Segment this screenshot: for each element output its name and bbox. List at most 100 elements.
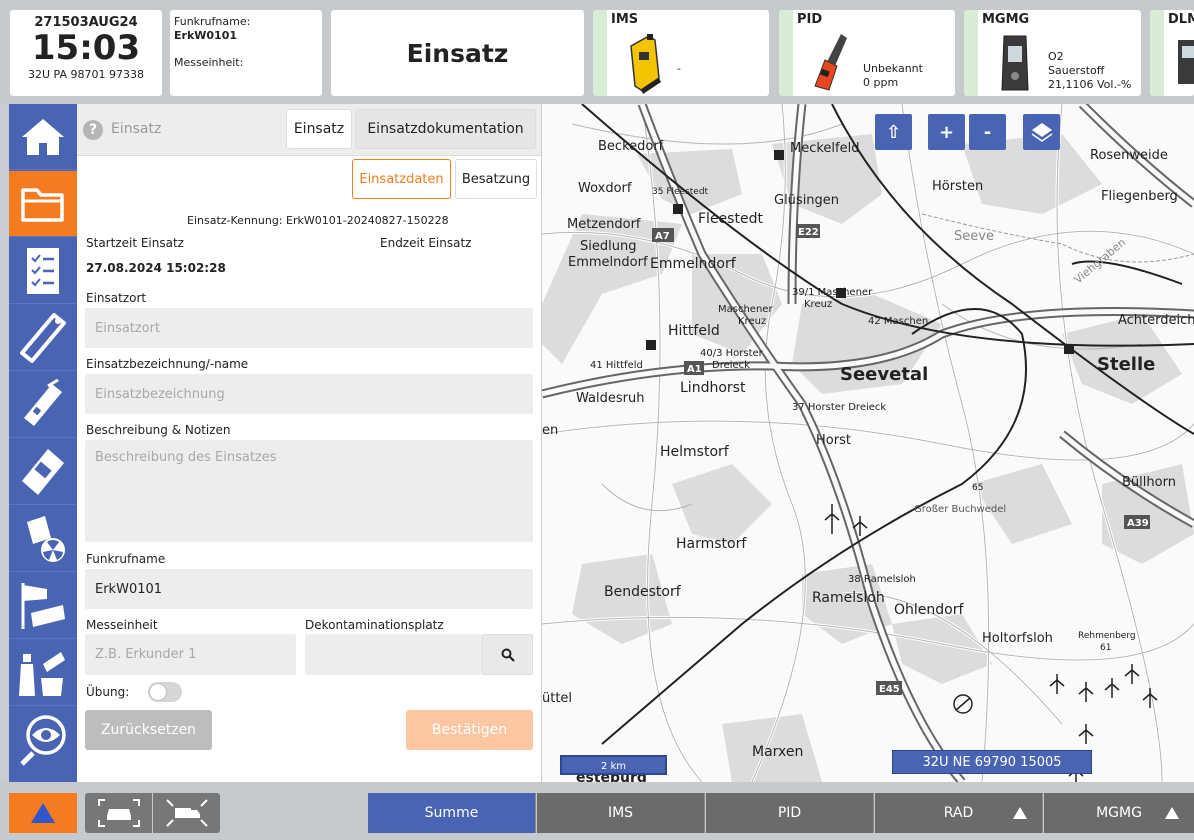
device-card-ims[interactable]: IMS - bbox=[593, 10, 769, 96]
map-label: Kreuz bbox=[738, 316, 766, 327]
map-label: Ohlendorf bbox=[894, 602, 964, 618]
map-label: Holtorfsloh bbox=[982, 631, 1053, 646]
map-label: Beckedorf bbox=[598, 139, 664, 154]
reset-button[interactable]: Zurücksetzen bbox=[85, 710, 212, 750]
messeinheit-input[interactable]: Z.B. Erkunder 1 bbox=[85, 634, 296, 675]
multigas-device-icon bbox=[1001, 35, 1029, 91]
tab-pid[interactable]: PID bbox=[706, 793, 874, 833]
map-label: 42 Maschen bbox=[868, 316, 928, 327]
warning-button[interactable] bbox=[9, 793, 77, 833]
einsatzort-input[interactable]: Einsatzort bbox=[85, 308, 533, 348]
tab-einsatzdokumentation[interactable]: Einsatzdokumentation bbox=[355, 109, 536, 149]
tab-ims[interactable]: IMS bbox=[537, 793, 705, 833]
warning-triangle-icon bbox=[31, 803, 55, 823]
nav-sampling[interactable] bbox=[9, 573, 77, 639]
windsock-sampling-icon bbox=[21, 582, 65, 629]
toggle-knob bbox=[150, 684, 166, 700]
panel-title: Einsatz bbox=[111, 121, 162, 137]
einsatzbezeichnung-input[interactable]: Einsatzbezeichnung bbox=[85, 374, 533, 414]
einsatzort-label: Einsatzort bbox=[86, 291, 147, 305]
svg-text:A39: A39 bbox=[1127, 518, 1149, 529]
map-zoom-in-button[interactable]: + bbox=[928, 114, 965, 150]
device-card-dlm[interactable]: DLM bbox=[1150, 10, 1194, 96]
start-time-value: 27.08.2024 15:02:28 bbox=[86, 261, 226, 275]
bottom-bar: Summe IMS PID RAD MGMG bbox=[0, 782, 1194, 840]
map-label: 61 bbox=[1100, 643, 1111, 653]
home-icon bbox=[22, 118, 64, 155]
map-label: üttel bbox=[542, 691, 572, 706]
map-label: 39/1 Maschener bbox=[792, 287, 873, 298]
nav-einsatz[interactable] bbox=[9, 171, 77, 237]
main-nav-sidebar bbox=[9, 104, 77, 782]
callsign-label: Funkrufname: bbox=[174, 15, 251, 28]
start-time-label: Startzeit Einsatz bbox=[86, 236, 184, 250]
device-name: IMS bbox=[611, 12, 639, 27]
tab-label: MGMG bbox=[1096, 805, 1142, 821]
measure-unit-label: Messeinheit: bbox=[174, 56, 244, 69]
nav-ims[interactable] bbox=[9, 305, 77, 371]
nav-checklist[interactable] bbox=[9, 238, 77, 304]
map-label: Rehmenberg bbox=[1078, 631, 1136, 641]
map-label: Lindhorst bbox=[680, 380, 746, 396]
dekon-input[interactable] bbox=[305, 634, 482, 675]
callsign-card: Funkrufname: ErkW0101 Messeinheit: bbox=[170, 10, 322, 96]
map-label: Fliegenberg bbox=[1101, 189, 1178, 204]
tab-einsatz[interactable]: Einsatz bbox=[286, 109, 352, 149]
device-reading: Unbekannt 0 ppm bbox=[863, 62, 923, 89]
help-icon[interactable]: ? bbox=[83, 120, 103, 140]
device-card-mgmg[interactable]: MGMG O2 Sauerstoff 21,1106 Vol.-% bbox=[964, 10, 1141, 96]
uebung-label: Übung: bbox=[86, 685, 130, 699]
map-label: Fleestedt bbox=[698, 211, 763, 227]
map-layers-button[interactable] bbox=[1023, 114, 1060, 150]
dose-meter-device-icon bbox=[1178, 40, 1194, 84]
map-label: Dreieck bbox=[712, 360, 750, 371]
vehicle-view-button[interactable] bbox=[85, 793, 152, 833]
nav-pid[interactable] bbox=[9, 372, 77, 438]
map-label: Emmelndorf bbox=[568, 255, 648, 270]
subtab-einsatzdaten[interactable]: Einsatzdaten bbox=[352, 159, 451, 199]
tab-mgmg[interactable]: MGMG bbox=[1044, 793, 1194, 833]
map-view[interactable]: Beckedorf Meckelfeld Rosenweide Woxdorf … bbox=[542, 104, 1194, 782]
dekon-search-button[interactable] bbox=[482, 634, 533, 675]
funkrufname-input[interactable]: ErkW0101 bbox=[85, 569, 533, 609]
map-label: Meckelfeld bbox=[790, 141, 859, 156]
pid-device-icon bbox=[814, 34, 847, 91]
svg-text:A1: A1 bbox=[687, 364, 702, 375]
description-textarea[interactable]: Beschreibung des Einsatzes bbox=[85, 440, 533, 542]
tab-summe[interactable]: Summe bbox=[368, 793, 536, 833]
pid-probe-icon bbox=[24, 378, 62, 426]
nav-radiation[interactable] bbox=[9, 506, 77, 572]
mode-indicator[interactable]: Einsatz bbox=[331, 10, 584, 96]
map-label: Harmstorf bbox=[676, 536, 747, 552]
nav-observation[interactable] bbox=[9, 707, 77, 773]
convoy-view-button[interactable] bbox=[153, 793, 220, 833]
nav-samples[interactable] bbox=[9, 640, 77, 706]
map-canvas: Beckedorf Meckelfeld Rosenweide Woxdorf … bbox=[542, 104, 1194, 782]
device-card-pid[interactable]: PID Unbekannt 0 ppm bbox=[779, 10, 955, 96]
ims-probe-icon bbox=[20, 312, 66, 363]
svg-text:E22: E22 bbox=[798, 227, 819, 238]
map-zoom-out-button[interactable]: - bbox=[969, 114, 1006, 150]
confirm-button[interactable]: Bestätigen bbox=[406, 710, 533, 750]
subtab-besatzung[interactable]: Besatzung bbox=[455, 159, 537, 199]
device-reading: - bbox=[677, 62, 681, 75]
panel-header: ? Einsatz Einsatz Einsatzdokumentation bbox=[77, 104, 541, 156]
nav-home[interactable] bbox=[9, 104, 77, 170]
sample-bottles-icon bbox=[19, 651, 65, 696]
map-label: Waldesruh bbox=[576, 391, 644, 406]
clock: 15:03 bbox=[31, 28, 141, 68]
map-north-button[interactable]: ⇧ bbox=[875, 114, 912, 150]
tab-rad[interactable]: RAD bbox=[875, 793, 1043, 833]
description-label: Beschreibung & Notizen bbox=[86, 423, 231, 437]
car-frame-icon bbox=[97, 799, 140, 827]
map-label: Marxen bbox=[752, 744, 803, 760]
alert-triangle-icon bbox=[1165, 807, 1179, 819]
device-reading: O2 Sauerstoff 21,1106 Vol.-% bbox=[1048, 50, 1132, 91]
nav-gas-meter[interactable] bbox=[9, 439, 77, 505]
uebung-toggle[interactable] bbox=[148, 682, 182, 702]
callsign-value: ErkW0101 bbox=[174, 29, 238, 42]
map-label: Stelle bbox=[1097, 354, 1155, 375]
map-label: Hörsten bbox=[932, 179, 983, 194]
map-label: Horst bbox=[816, 433, 851, 448]
map-label: Woxdorf bbox=[578, 181, 632, 196]
